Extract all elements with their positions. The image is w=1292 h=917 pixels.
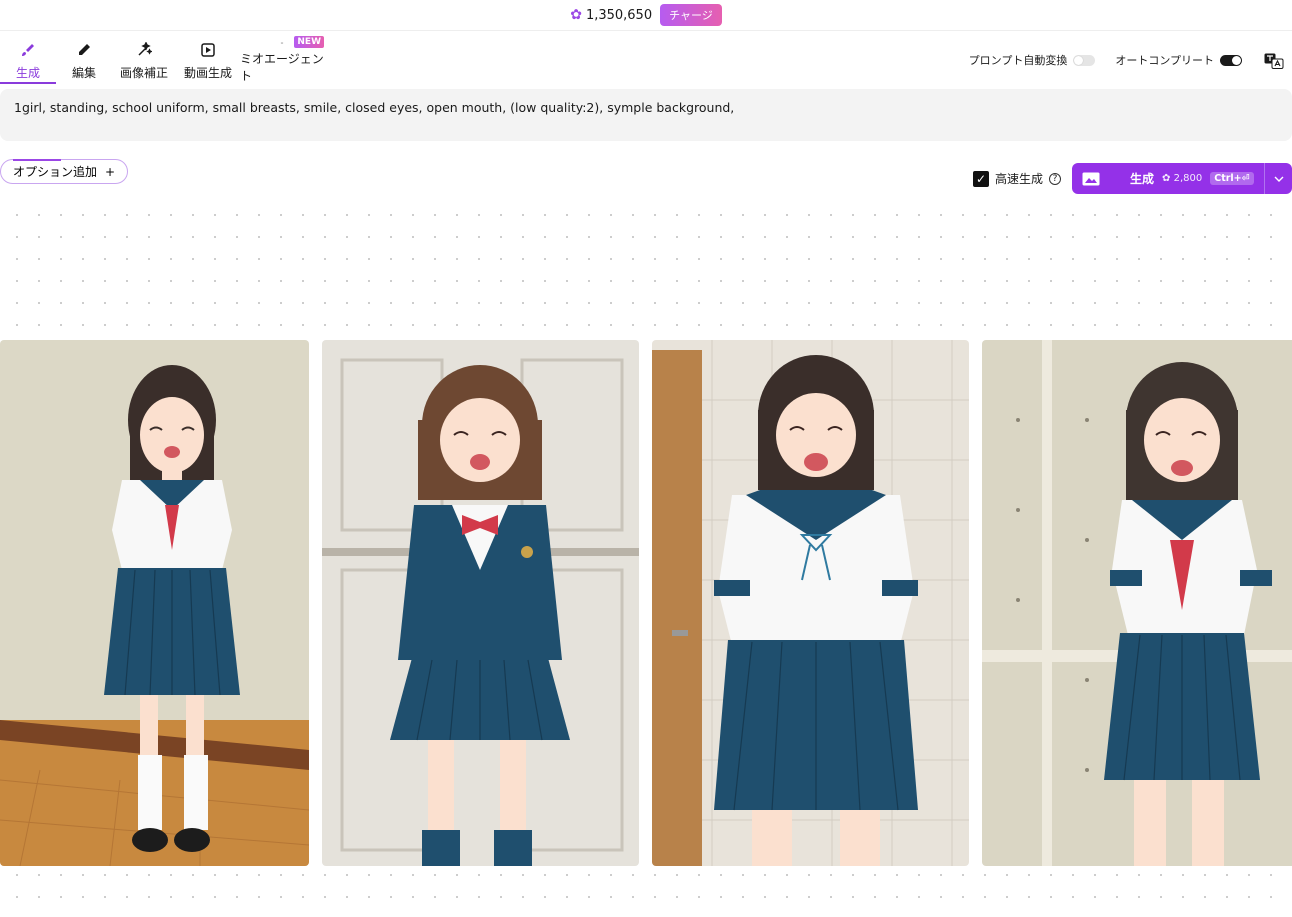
help-icon[interactable]: ? <box>1049 172 1062 185</box>
image-illustration <box>982 340 1292 866</box>
tab-label: 生成 <box>15 66 40 80</box>
generate-control: 生成 ✿ 2,800 Ctrl+⏎ <box>1072 163 1292 194</box>
generate-dropdown-button[interactable] <box>1264 163 1292 194</box>
credit-amount: 1,350,650 <box>585 7 653 23</box>
auto-translate-toggle-group: プロンプト自動変換 <box>969 52 1096 68</box>
chevron-down-icon <box>1274 176 1283 182</box>
tab-image-fix[interactable]: 画像補正 <box>112 36 176 84</box>
tab-label: 動画生成 <box>183 66 232 80</box>
image-illustration <box>652 340 969 866</box>
credit-balance: ✿ 1,350,650 チャージ <box>570 4 722 26</box>
tab-label: ミオエージェント <box>240 52 324 83</box>
generate-label: 生成 <box>1130 172 1155 186</box>
autocomplete-switch[interactable] <box>1220 54 1242 66</box>
tab-edit[interactable]: 編集 <box>56 36 112 84</box>
pencil-icon <box>79 44 90 55</box>
auto-translate-label: プロンプト自動変換 <box>968 54 1068 67</box>
prompt-input[interactable]: 1girl, standing, school uniform, small b… <box>0 89 1292 141</box>
tab-label: 画像補正 <box>119 66 168 80</box>
feather-icon: ✿ <box>570 7 582 23</box>
brush-icon <box>22 44 34 56</box>
fast-generation-checkbox[interactable]: ✓ <box>973 170 989 187</box>
generated-image-2[interactable] <box>322 340 639 866</box>
auto-translate-switch[interactable] <box>1073 54 1096 66</box>
generate-cost: ✿ 2,800 <box>1162 173 1203 184</box>
sparkle-wand-icon <box>138 42 152 56</box>
plus-icon: + <box>105 164 116 179</box>
mode-tabs: 生成 編集 画像補正 動画生成 ミオエージェント NEW <box>0 36 324 84</box>
new-badge: NEW <box>294 36 324 48</box>
add-option-label: オプション追加 <box>13 165 98 179</box>
tab-video[interactable]: 動画生成 <box>176 36 240 84</box>
top-bar: ✿ 1,350,650 チャージ <box>0 0 1292 31</box>
image-illustration <box>0 340 309 866</box>
fast-generation-label: 高速生成 <box>995 172 1044 186</box>
translate-icon[interactable] <box>1264 53 1284 69</box>
autocomplete-toggle-group: オートコンプリート <box>1115 52 1242 68</box>
image-icon <box>1082 172 1100 185</box>
generated-image-3[interactable] <box>652 340 969 866</box>
charge-button[interactable]: チャージ <box>660 4 722 26</box>
fast-generation: ✓ 高速生成 ? <box>973 170 1062 187</box>
video-icon <box>201 43 215 57</box>
generate-button[interactable]: 生成 ✿ 2,800 Ctrl+⏎ <box>1072 163 1264 194</box>
generated-image-4[interactable] <box>982 340 1292 866</box>
image-illustration <box>322 340 639 866</box>
shortcut-badge: Ctrl+⏎ <box>1210 172 1254 185</box>
generated-image-1[interactable] <box>0 340 309 866</box>
cat-icon <box>281 42 283 44</box>
tab-label: 編集 <box>71 66 96 80</box>
autocomplete-label: オートコンプリート <box>1115 54 1214 67</box>
settings-toggles: プロンプト自動変換 オートコンプリート <box>969 52 1242 68</box>
add-option-button[interactable]: オプション追加 + <box>0 159 129 184</box>
tab-mio-agent[interactable]: ミオエージェント NEW <box>240 36 324 84</box>
tab-generate[interactable]: 生成 <box>0 36 56 84</box>
